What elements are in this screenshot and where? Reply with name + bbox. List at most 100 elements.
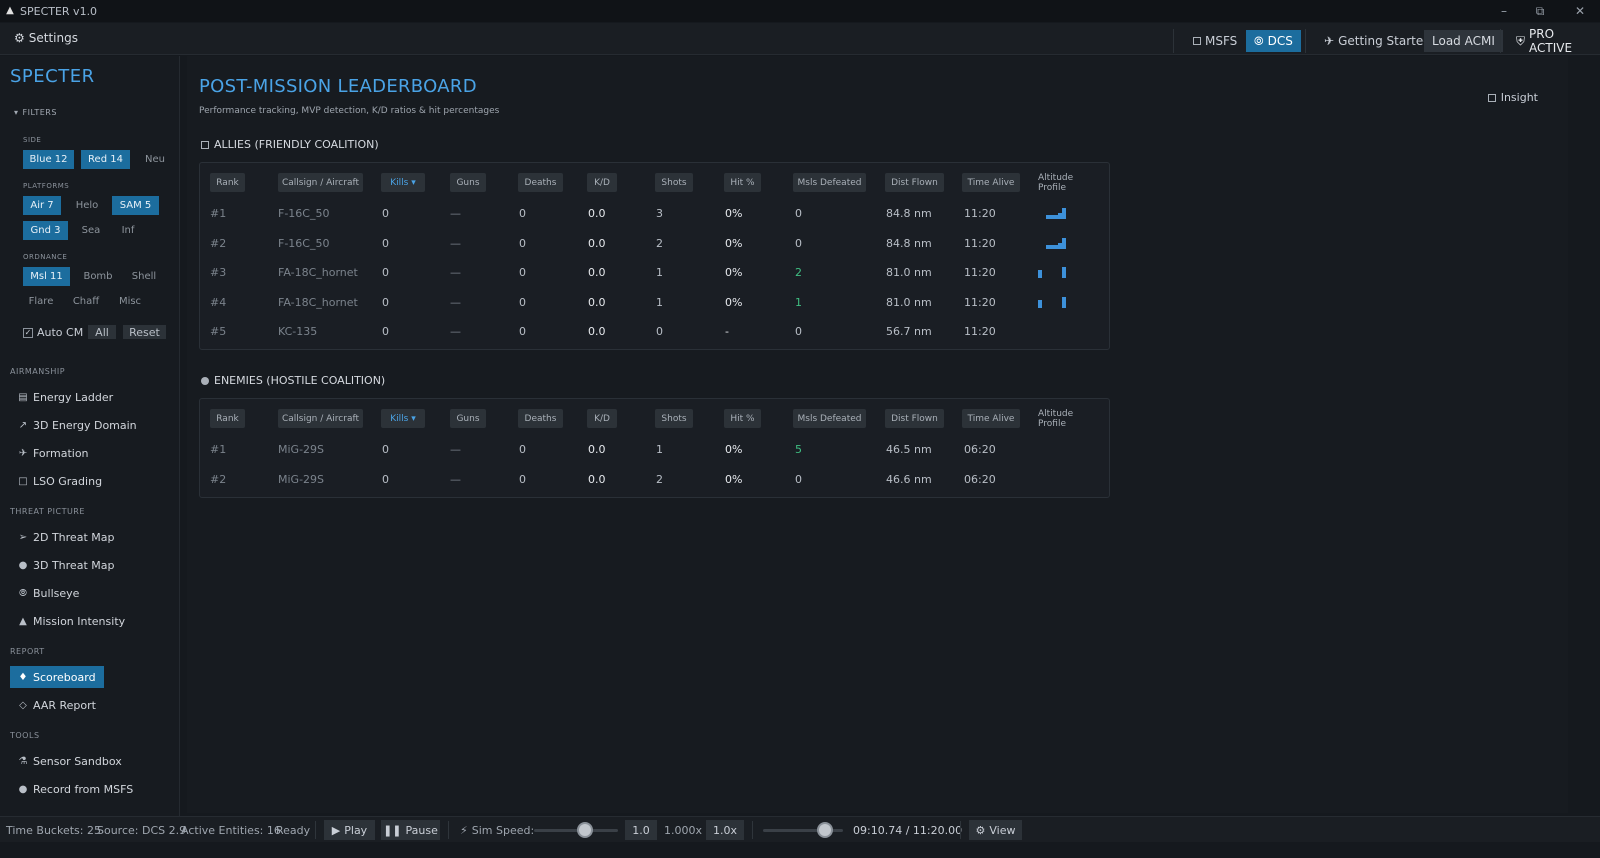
getting-started-button[interactable]: ✈ Getting Started [1316,30,1439,52]
plane-icon: ✈ [18,447,28,459]
nav-mission-intensity[interactable]: ▲ Mission Intensity [10,610,133,632]
column-header-dist[interactable]: Dist Flown [885,173,944,192]
column-header-deaths[interactable]: Deaths [518,409,563,428]
filters-label: FILTERS [22,108,57,117]
column-header-kd[interactable]: K/D [587,173,617,192]
nav-aar-report[interactable]: ◇ AAR Report [10,694,104,716]
chip-shell[interactable]: Shell [126,267,162,286]
column-header-guns[interactable]: Guns [450,409,486,428]
auto-cm-checkbox[interactable]: ✓ Auto CM [23,326,83,339]
column-header-callsign[interactable]: Callsign / Aircraft [278,173,363,192]
nav-label: Formation [33,446,89,460]
column-header-time[interactable]: Time Alive [962,409,1020,428]
cell-kd: 0.0 [588,295,606,309]
nav-label: Sensor Sandbox [33,754,122,768]
table-row[interactable]: #1 MiG-29S 0 — 0 0.0 1 0% 5 46.5 nm 06:20 [200,435,1109,464]
play-button[interactable]: ▶ Play [324,820,375,840]
column-header-shots[interactable]: Shots [655,173,693,192]
msfs-button[interactable]: MSFS [1185,30,1245,52]
chip-red[interactable]: Red 14 [81,150,130,169]
column-header-msls[interactable]: Msls Defeated [793,173,866,192]
chip-msl[interactable]: Msl 11 [23,267,70,286]
column-header-msls[interactable]: Msls Defeated [793,409,866,428]
chip-air[interactable]: Air 7 [23,196,61,215]
cell-shots: 2 [656,472,663,486]
column-header-kd[interactable]: K/D [587,409,617,428]
nav-energy-ladder[interactable]: ▤ Energy Ladder [10,386,121,408]
column-header-callsign[interactable]: Callsign / Aircraft [278,409,363,428]
cell-guns: — [450,443,461,456]
table-row[interactable]: #4 FA-18C_hornet 0 — 0 0.0 1 0% 1 81.0 nm 11:20 [200,288,1109,317]
table-row[interactable]: #1 F-16C_50 0 — 0 0.0 3 0% 0 84.8 nm 11:20 [200,199,1109,228]
cell-deaths: 0 [519,443,526,456]
nav-label: Record from MSFS [33,782,134,796]
nav-label: Mission Intensity [33,614,126,628]
active-entities: Active Entities: 16 [181,823,281,837]
table-row[interactable]: #5 KC-135 0 — 0 0.0 0 - 0 56.7 nm 11:20 [200,317,1109,346]
main-panel: POST-MISSION LEADERBOARD Performance tra… [187,56,1568,813]
speed-reset-button[interactable]: 1.0x [706,820,744,840]
altitude-sparkline [1038,229,1078,258]
column-header-hit[interactable]: Hit % [724,173,761,192]
chip-bomb[interactable]: Bomb [79,267,117,286]
settings-button[interactable]: ⚙ Settings [14,31,78,45]
column-header-hit[interactable]: Hit % [724,409,761,428]
chip-gnd[interactable]: Gnd 3 [23,221,68,240]
chip-flare[interactable]: Flare [23,292,59,311]
timeline-slider-handle[interactable] [817,822,833,838]
chip-chaff[interactable]: Chaff [67,292,105,311]
nav-record-from-msfs[interactable]: ● Record from MSFS [10,778,141,800]
chip-misc[interactable]: Misc [113,292,147,311]
column-header-time[interactable]: Time Alive [962,173,1020,192]
square-icon [201,140,209,149]
pin-icon: ➢ [18,531,28,543]
column-header-dist[interactable]: Dist Flown [885,409,944,428]
sim-speed-slider-handle[interactable] [577,822,593,838]
nav-bullseye[interactable]: ⦾ Bullseye [10,582,87,604]
divider [1305,29,1306,53]
source-info: Source: DCS 2.9 [97,823,187,837]
column-header-kills[interactable]: Kills ▾ [381,409,425,428]
pause-button[interactable]: ❚❚ Pause [381,820,440,840]
insight-toggle[interactable]: Insight [1487,91,1538,104]
column-header-rank[interactable]: Rank [210,173,245,192]
nav-sensor-sandbox[interactable]: ⚗ Sensor Sandbox [10,750,130,772]
nav-lso-grading[interactable]: □ LSO Grading [10,470,110,492]
reset-button[interactable]: Reset [123,325,166,339]
chip-blue[interactable]: Blue 12 [23,150,74,169]
column-header-guns[interactable]: Guns [450,173,486,192]
pro-active-badge[interactable]: ⛨ PRO ACTIVE [1508,27,1600,55]
sim-speed-slider[interactable] [534,829,618,832]
nav-2d-threat-map[interactable]: ➢ 2D Threat Map [10,526,122,548]
nav-formation[interactable]: ✈ Formation [10,442,97,464]
chip-neutral[interactable]: Neu [140,150,170,169]
close-icon[interactable]: ✕ [1562,0,1598,22]
minimize-icon[interactable]: – [1486,0,1522,22]
sim-speed-value[interactable]: 1.0 [625,820,657,840]
chip-inf[interactable]: Inf [114,221,142,240]
restore-icon[interactable]: ⧉ [1522,0,1558,22]
chip-sea[interactable]: Sea [75,221,107,240]
chip-sam[interactable]: SAM 5 [112,196,159,215]
table-row[interactable]: #2 MiG-29S 0 — 0 0.0 2 0% 0 46.6 nm 06:20 [200,465,1109,494]
column-header-kills[interactable]: Kills ▾ [381,173,425,192]
column-header-rank[interactable]: Rank [210,409,245,428]
select-all-button[interactable]: All [88,325,116,339]
chip-helo[interactable]: Helo [69,196,105,215]
cell-time: 11:20 [964,236,996,250]
filters-toggle[interactable]: ▾ FILTERS [14,108,57,117]
nav-3d-threat-map[interactable]: ● 3D Threat Map [10,554,122,576]
nav-scoreboard[interactable]: ♦ Scoreboard [10,666,104,688]
cell-msls: 2 [795,266,802,279]
load-acmi-button[interactable]: Load ACMI [1424,30,1503,52]
cell-callsign: FA-18C_hornet [278,295,358,309]
divider [448,821,449,839]
column-header-shots[interactable]: Shots [655,409,693,428]
dcs-button[interactable]: ⦾ DCS [1246,30,1301,52]
nav-3d-energy-domain[interactable]: ↗ 3D Energy Domain [10,414,145,436]
view-button[interactable]: ⚙ View [969,820,1022,840]
column-header-deaths[interactable]: Deaths [518,173,563,192]
table-row[interactable]: #2 F-16C_50 0 — 0 0.0 2 0% 0 84.8 nm 11:20 [200,229,1109,258]
table-row[interactable]: #3 FA-18C_hornet 0 — 0 0.0 1 0% 2 81.0 nm 11:20 [200,258,1109,287]
cell-kd: 0.0 [588,472,606,486]
